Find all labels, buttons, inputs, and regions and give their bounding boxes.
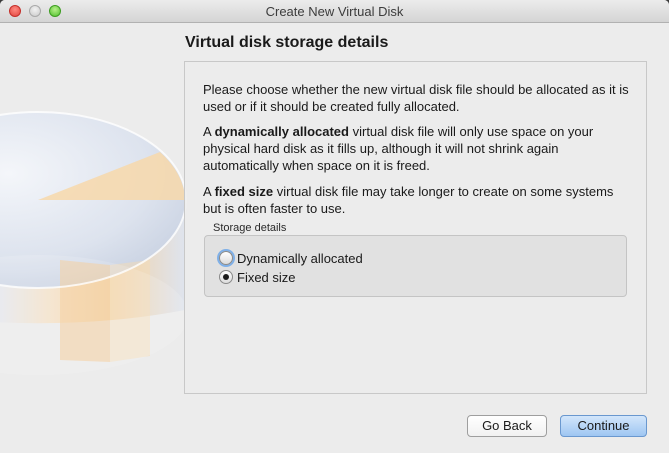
fixed-description: A fixed size virtual disk file may take … (203, 183, 633, 217)
window-title: Create New Virtual Disk (265, 4, 404, 19)
continue-button[interactable]: Continue (560, 415, 647, 437)
fixed-description-prefix: A (203, 184, 215, 199)
fixed-size-radio[interactable] (219, 270, 233, 284)
storage-details-group: Dynamically allocated Fixed size (204, 235, 627, 297)
intro-text: Please choose whether the new virtual di… (203, 82, 629, 114)
fixed-size-label: Fixed size (237, 269, 296, 285)
create-virtual-disk-window: Create New Virtual Disk Virtual disk sto… (0, 0, 669, 453)
fixed-description-emphasis: fixed size (214, 184, 274, 199)
hard-disk-illustration (0, 111, 188, 375)
dynamic-description: A dynamically allocated virtual disk fil… (203, 123, 633, 174)
storage-details-label: Storage details (213, 222, 287, 234)
details-panel: Please choose whether the new virtual di… (184, 61, 647, 394)
dynamically-allocated-radio[interactable] (219, 251, 233, 265)
dynamic-description-prefix: A (203, 124, 215, 139)
dynamically-allocated-option[interactable]: Dynamically allocated (219, 249, 363, 267)
page-heading: Virtual disk storage details (185, 34, 389, 51)
fixed-size-option[interactable]: Fixed size (219, 268, 296, 286)
dynamic-description-emphasis: dynamically allocated (214, 124, 349, 139)
go-back-button[interactable]: Go Back (467, 415, 547, 437)
dynamically-allocated-label: Dynamically allocated (237, 250, 363, 266)
title-bar: Create New Virtual Disk (0, 0, 669, 23)
